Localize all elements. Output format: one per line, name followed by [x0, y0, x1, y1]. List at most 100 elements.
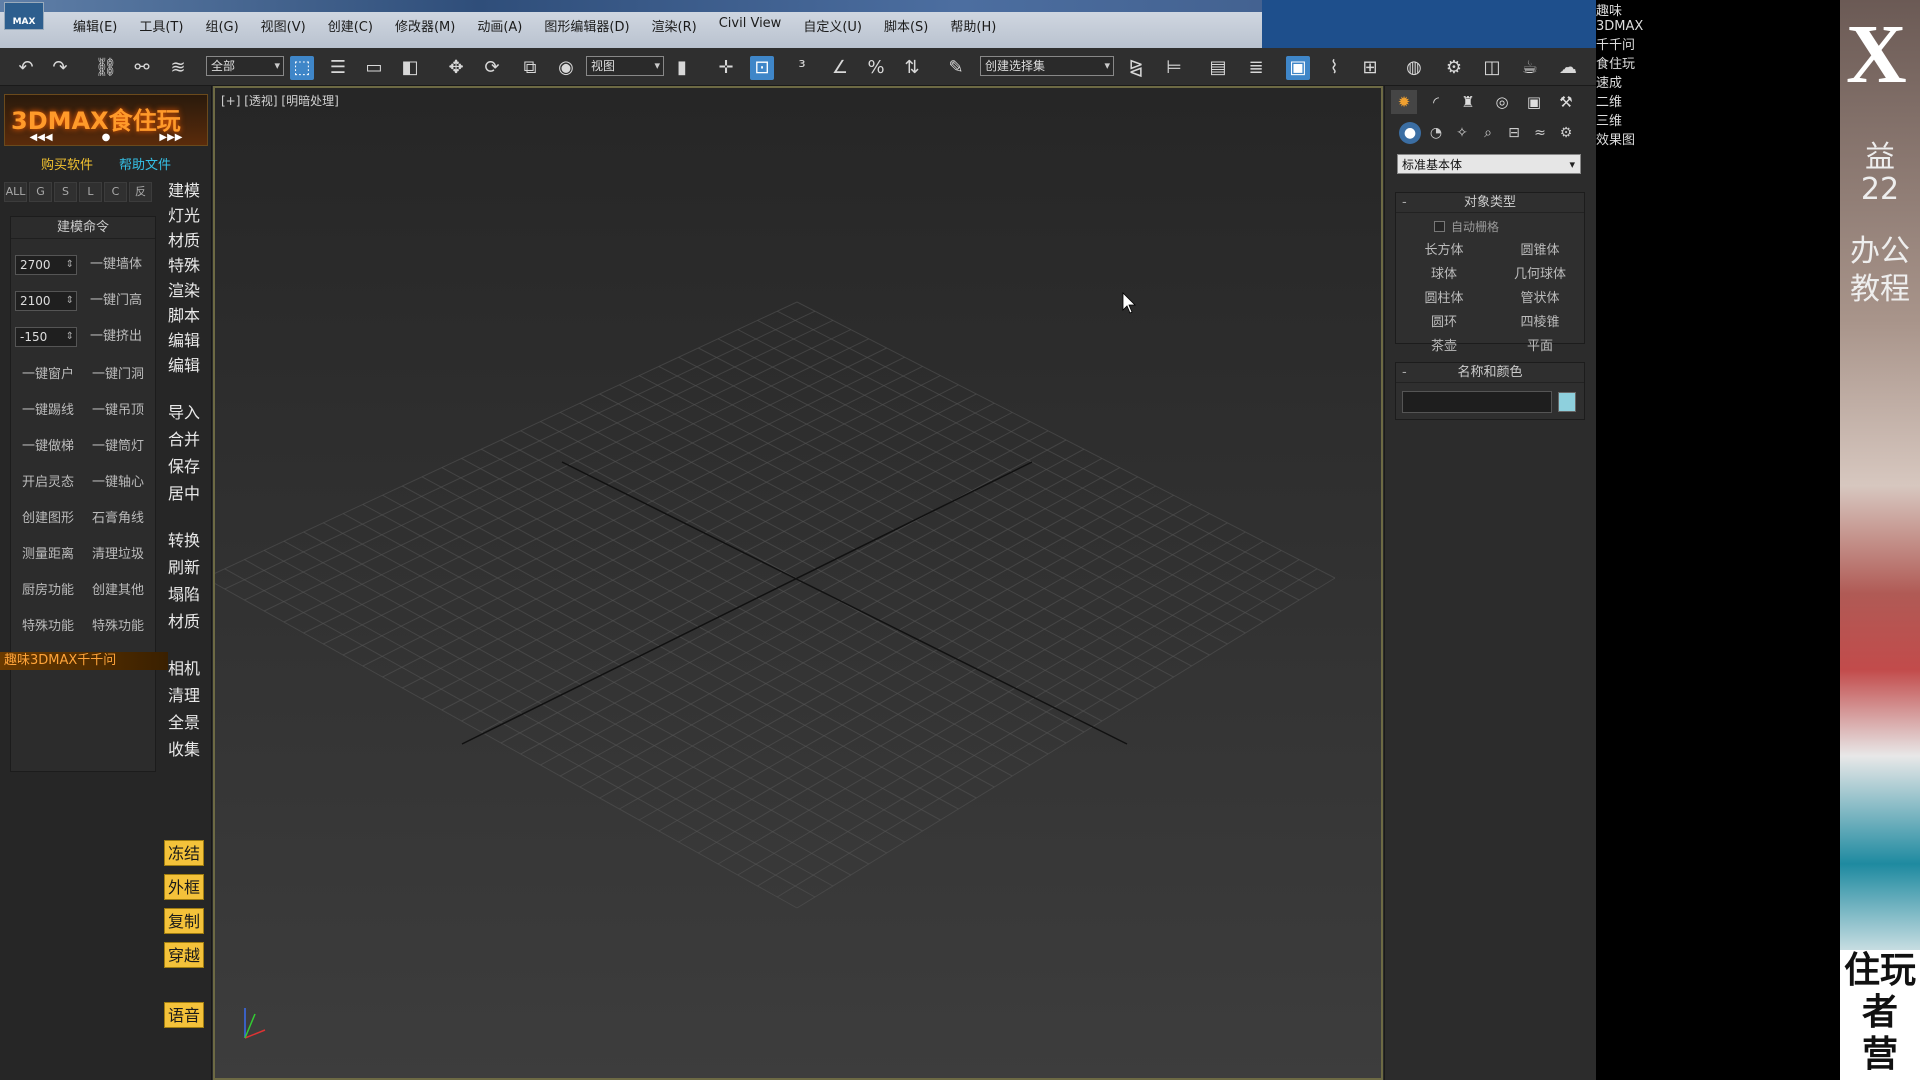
help-file-link[interactable]: 帮助文件	[119, 154, 171, 173]
see-through-button[interactable]: 穿越	[164, 942, 204, 968]
hierarchy-tab-icon[interactable]: ♜	[1455, 90, 1481, 114]
menu-views[interactable]: 视图(V)	[250, 14, 317, 37]
menu-civil-view[interactable]: Civil View	[708, 14, 793, 37]
banner-next-icon[interactable]: ▶▶▶	[159, 132, 182, 143]
center-button[interactable]: 居中	[164, 481, 204, 507]
menu-tools[interactable]: 工具(T)	[128, 14, 194, 37]
percent-snap-icon[interactable]: %	[864, 56, 888, 80]
save-button[interactable]: 保存	[164, 454, 204, 480]
perspective-viewport[interactable]: [+] [透视] [明暗处理]	[213, 86, 1383, 1080]
one-click-extrude-button[interactable]: 一键挤出	[83, 325, 149, 349]
measure-distance-button[interactable]: 测量距离	[15, 543, 81, 567]
banner-prev-icon[interactable]: ◀◀◀	[30, 132, 53, 143]
cameras-icon[interactable]: ⌕	[1477, 122, 1499, 144]
menu-animation[interactable]: 动画(A)	[466, 14, 533, 37]
open-state-button[interactable]: 开启灵态	[15, 471, 81, 495]
filter-cameras[interactable]: C	[104, 182, 127, 202]
edit-tab-button-2[interactable]: 编辑	[164, 353, 204, 379]
selection-filter-dropdown[interactable]: 全部	[206, 56, 284, 76]
material-tab-button[interactable]: 材质	[164, 228, 204, 254]
render-tab-button[interactable]: 渲染	[164, 278, 204, 304]
script-tab-button[interactable]: 脚本	[164, 303, 204, 329]
material-button[interactable]: 材质	[164, 609, 204, 635]
spacewarps-icon[interactable]: ≈	[1529, 122, 1551, 144]
import-button[interactable]: 导入	[164, 400, 204, 426]
extrude-spinner[interactable]: -150	[15, 327, 77, 347]
reference-coord-dropdown[interactable]: 视图	[586, 56, 664, 76]
window-crossing-icon[interactable]: ◧	[398, 56, 422, 80]
select-object-icon[interactable]: ⬚	[290, 56, 314, 80]
collect-button[interactable]: 收集	[164, 737, 204, 763]
object-name-input[interactable]	[1402, 391, 1552, 413]
bounding-box-button[interactable]: 外框	[164, 874, 204, 900]
rendered-frame-icon[interactable]: ◫	[1480, 56, 1504, 80]
edit-tab-button-1[interactable]: 编辑	[164, 328, 204, 354]
geometry-icon[interactable]: ●	[1399, 122, 1421, 144]
camera-button[interactable]: 相机	[164, 656, 204, 682]
freeze-button[interactable]: 冻结	[164, 840, 204, 866]
panorama-button[interactable]: 全景	[164, 710, 204, 736]
checkbox-box[interactable]	[1434, 220, 1445, 232]
move-icon[interactable]: ✥	[444, 56, 468, 80]
create-other-button[interactable]: 创建其他	[85, 579, 151, 603]
copy-button[interactable]: 复制	[164, 908, 204, 934]
tube-button[interactable]: 管状体	[1494, 287, 1586, 311]
undo-icon[interactable]: ↶	[14, 56, 38, 80]
object-type-header[interactable]: 对象类型	[1396, 193, 1584, 213]
special-tab-button[interactable]: 特殊	[164, 253, 204, 279]
keyboard-shortcut-icon[interactable]: ⊡	[750, 56, 774, 80]
menu-group[interactable]: 组(G)	[194, 14, 249, 37]
menu-rendering[interactable]: 渲染(R)	[641, 14, 708, 37]
filter-all[interactable]: ALL	[4, 182, 27, 202]
lights-icon[interactable]: ✧	[1451, 122, 1473, 144]
render-iterative-icon[interactable]: ☁	[1556, 56, 1580, 80]
utilities-tab-icon[interactable]: ⚒	[1553, 90, 1579, 114]
one-click-door-height-button[interactable]: 一键门高	[83, 289, 149, 313]
buy-software-link[interactable]: 购买软件	[41, 154, 93, 173]
convert-button[interactable]: 转换	[164, 528, 204, 554]
menu-create[interactable]: 创建(C)	[317, 14, 384, 37]
clean-garbage-button[interactable]: 清理垃圾	[85, 543, 151, 567]
rotate-icon[interactable]: ⟳	[480, 56, 504, 80]
filter-geometry[interactable]: G	[29, 182, 52, 202]
menu-scripting[interactable]: 脚本(S)	[873, 14, 939, 37]
pyramid-button[interactable]: 四棱锥	[1494, 311, 1586, 335]
plane-button[interactable]: 平面	[1494, 335, 1586, 359]
create-tab-icon[interactable]: ✹	[1391, 90, 1417, 114]
shapes-icon[interactable]: ◔	[1425, 122, 1447, 144]
one-click-door-opening-button[interactable]: 一键门洞	[85, 363, 151, 387]
geosphere-button[interactable]: 几何球体	[1494, 263, 1586, 287]
schematic-view-icon[interactable]: ⊞	[1358, 56, 1382, 80]
special-function-button-2[interactable]: 特殊功能	[85, 615, 151, 639]
one-click-stairs-button[interactable]: 一键做梯	[15, 435, 81, 459]
one-click-window-button[interactable]: 一键窗户	[15, 363, 81, 387]
sphere-button[interactable]: 球体	[1398, 263, 1490, 287]
scene-explorer-icon[interactable]: ▣	[1286, 56, 1310, 80]
name-color-header[interactable]: 名称和颜色	[1396, 363, 1584, 383]
snap-toggle-icon[interactable]: ³	[790, 56, 814, 80]
one-click-baseboard-button[interactable]: 一键踢线	[15, 399, 81, 423]
scale-icon[interactable]: ⧉	[518, 56, 542, 80]
cylinder-button[interactable]: 圆柱体	[1398, 287, 1490, 311]
named-selection-dropdown[interactable]: 创建选择集	[980, 56, 1114, 76]
torus-button[interactable]: 圆环	[1398, 311, 1490, 335]
unlink-icon[interactable]: ⚯	[130, 56, 154, 80]
kitchen-function-button[interactable]: 厨房功能	[15, 579, 81, 603]
menu-customize[interactable]: 自定义(U)	[792, 14, 873, 37]
create-shape-button[interactable]: 创建图形	[15, 507, 81, 531]
one-click-ceiling-button[interactable]: 一键吊顶	[85, 399, 151, 423]
menu-graph-editors[interactable]: 图形编辑器(D)	[533, 14, 640, 37]
door-height-spinner[interactable]: 2100	[15, 291, 77, 311]
mirror-icon[interactable]: ⧎	[1124, 56, 1148, 80]
banner-dot-icon[interactable]: ●	[102, 132, 111, 143]
spinner-snap-icon[interactable]: ⇅	[900, 56, 924, 80]
material-editor-icon[interactable]: ◍	[1402, 56, 1426, 80]
render-production-icon[interactable]: ☕	[1518, 56, 1542, 80]
select-manipulate-icon[interactable]: ✛	[714, 56, 738, 80]
redo-icon[interactable]: ↷	[48, 56, 72, 80]
voice-button[interactable]: 语音	[164, 1002, 204, 1028]
collapse-button[interactable]: 塌陷	[164, 582, 204, 608]
link-icon[interactable]: ⛓	[94, 56, 118, 80]
object-color-swatch[interactable]	[1558, 392, 1576, 412]
teapot-button[interactable]: 茶壶	[1398, 335, 1490, 359]
